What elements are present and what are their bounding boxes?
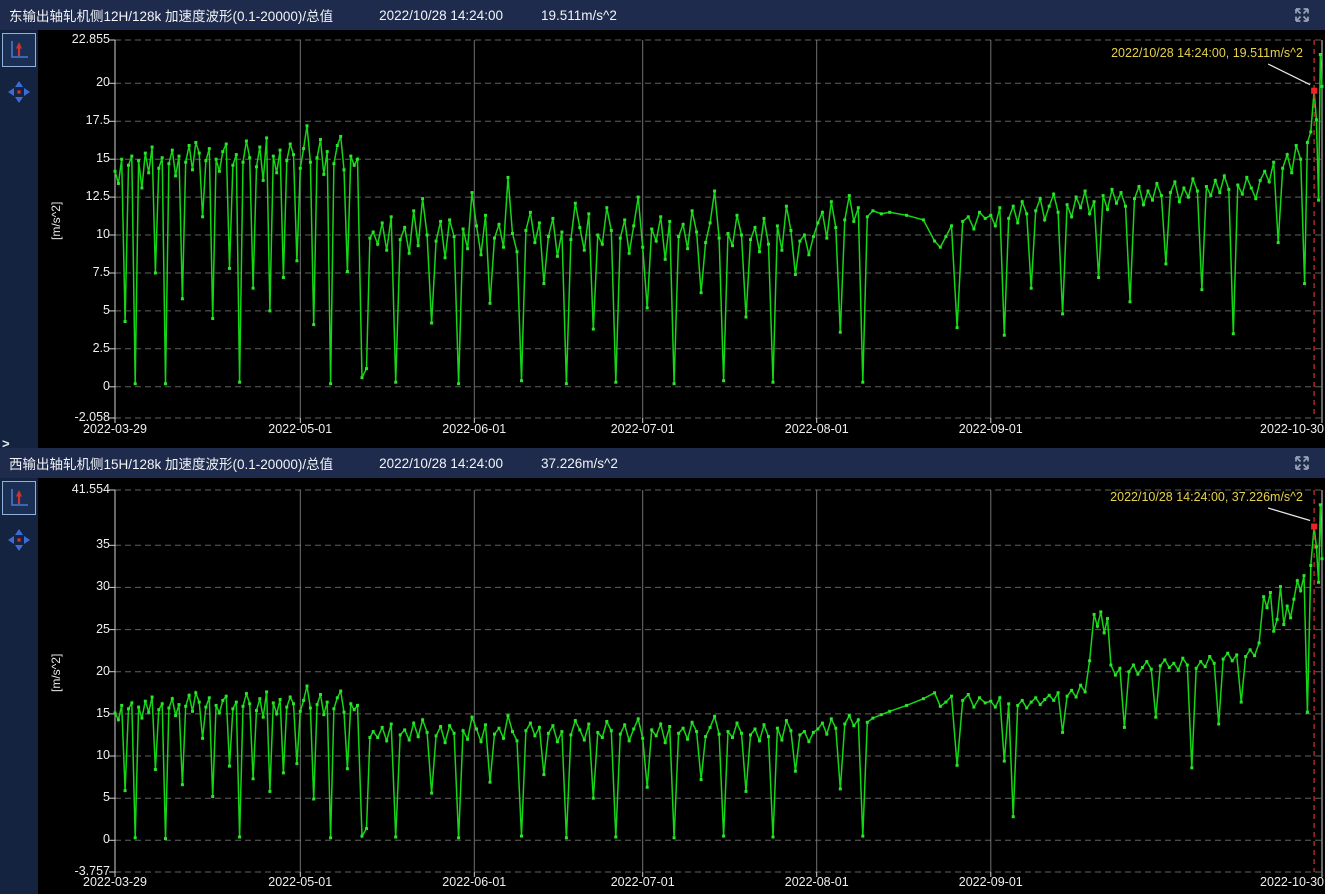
pan-move-tool-button[interactable] — [2, 75, 36, 109]
x-tick-label: 2022-05-01 — [256, 875, 344, 889]
y-tick-label: 30 — [38, 579, 110, 593]
chart-area[interactable]: [m/s^2] 2022/10/28 14:24:00, 19.511m/s^2… — [0, 30, 1325, 448]
x-tick-label: 2022-06-01 — [430, 875, 518, 889]
x-tick-label: 2022-08-01 — [773, 875, 861, 889]
y-tick-label: 5 — [38, 303, 110, 317]
x-tick-label: 2022-03-29 — [71, 875, 159, 889]
x-tick-label: 2022-07-01 — [599, 875, 687, 889]
pan-move-tool-button[interactable] — [2, 523, 36, 557]
y-tick-label: 20 — [38, 664, 110, 678]
chart-toolbar — [0, 30, 38, 448]
cursor-value: 19.511m/s^2 — [541, 8, 617, 23]
x-tick-label: 2022-09-01 — [947, 422, 1035, 436]
trend-chart-tool-button[interactable] — [2, 481, 36, 515]
y-tick-label: 22.855 — [38, 32, 110, 46]
cursor-annotation: 2022/10/28 14:24:00, 19.511m/s^2 — [1111, 46, 1303, 60]
panel-titlebar: 东输出轴轧机侧12H/128k 加速度波形(0.1-20000)/总值 2022… — [0, 0, 1325, 30]
chart-toolbar — [0, 478, 38, 894]
y-tick-label: 2.5 — [38, 341, 110, 355]
y-tick-label: 10 — [38, 227, 110, 241]
cursor-value: 37.226m/s^2 — [541, 456, 618, 471]
cursor-timestamp: 2022/10/28 14:24:00 — [379, 8, 503, 23]
y-tick-label: 41.554 — [38, 482, 110, 496]
x-tick-label: 2022-03-29 — [71, 422, 159, 436]
vibration-monitor-window: 东输出轴轧机侧12H/128k 加速度波形(0.1-20000)/总值 2022… — [0, 0, 1325, 894]
channel-title: 东输出轴轧机侧12H/128k 加速度波形(0.1-20000)/总值 — [9, 5, 333, 25]
chart-area[interactable]: [m/s^2] 2022/10/28 14:24:00, 37.226m/s^2… — [0, 478, 1325, 894]
trend-panel-west: > 西输出轴轧机侧15H/128k 加速度波形(0.1-20000)/总值 20… — [0, 448, 1325, 894]
x-tick-label: 2022-09-01 — [947, 875, 1035, 889]
channel-title: 西输出轴轧机侧15H/128k 加速度波形(0.1-20000)/总值 — [9, 453, 333, 473]
x-tick-label: 2022-08-01 — [773, 422, 861, 436]
x-tick-label: 2022-05-01 — [256, 422, 344, 436]
cursor-annotation: 2022/10/28 14:24:00, 37.226m/s^2 — [1110, 490, 1303, 504]
expand-fullscreen-icon[interactable] — [1289, 452, 1315, 474]
trend-plot[interactable] — [0, 30, 1325, 448]
y-tick-label: 35 — [38, 537, 110, 551]
x-tick-label: 2022-10-30 — [1236, 875, 1324, 889]
y-tick-label: 7.5 — [38, 265, 110, 279]
trend-chart-tool-button[interactable] — [2, 33, 36, 67]
x-tick-label: 2022-06-01 — [430, 422, 518, 436]
trend-panel-east: 东输出轴轧机侧12H/128k 加速度波形(0.1-20000)/总值 2022… — [0, 0, 1325, 448]
x-tick-label: 2022-07-01 — [599, 422, 687, 436]
y-tick-label: 12.5 — [38, 189, 110, 203]
y-tick-label: 0 — [38, 379, 110, 393]
expand-fullscreen-icon[interactable] — [1289, 4, 1315, 26]
y-tick-label: 15 — [38, 706, 110, 720]
y-tick-label: 5 — [38, 790, 110, 804]
y-tick-label: 17.5 — [38, 113, 110, 127]
cursor-timestamp: 2022/10/28 14:24:00 — [379, 456, 503, 471]
y-tick-label: 10 — [38, 748, 110, 762]
panel-collapse-chevron[interactable]: > — [2, 438, 10, 450]
trend-plot[interactable] — [0, 478, 1325, 894]
panel-titlebar: 西输出轴轧机侧15H/128k 加速度波形(0.1-20000)/总值 2022… — [0, 448, 1325, 478]
y-tick-label: 20 — [38, 75, 110, 89]
x-tick-label: 2022-10-30 — [1236, 422, 1324, 436]
y-tick-label: 15 — [38, 151, 110, 165]
y-tick-label: 0 — [38, 832, 110, 846]
y-tick-label: 25 — [38, 622, 110, 636]
